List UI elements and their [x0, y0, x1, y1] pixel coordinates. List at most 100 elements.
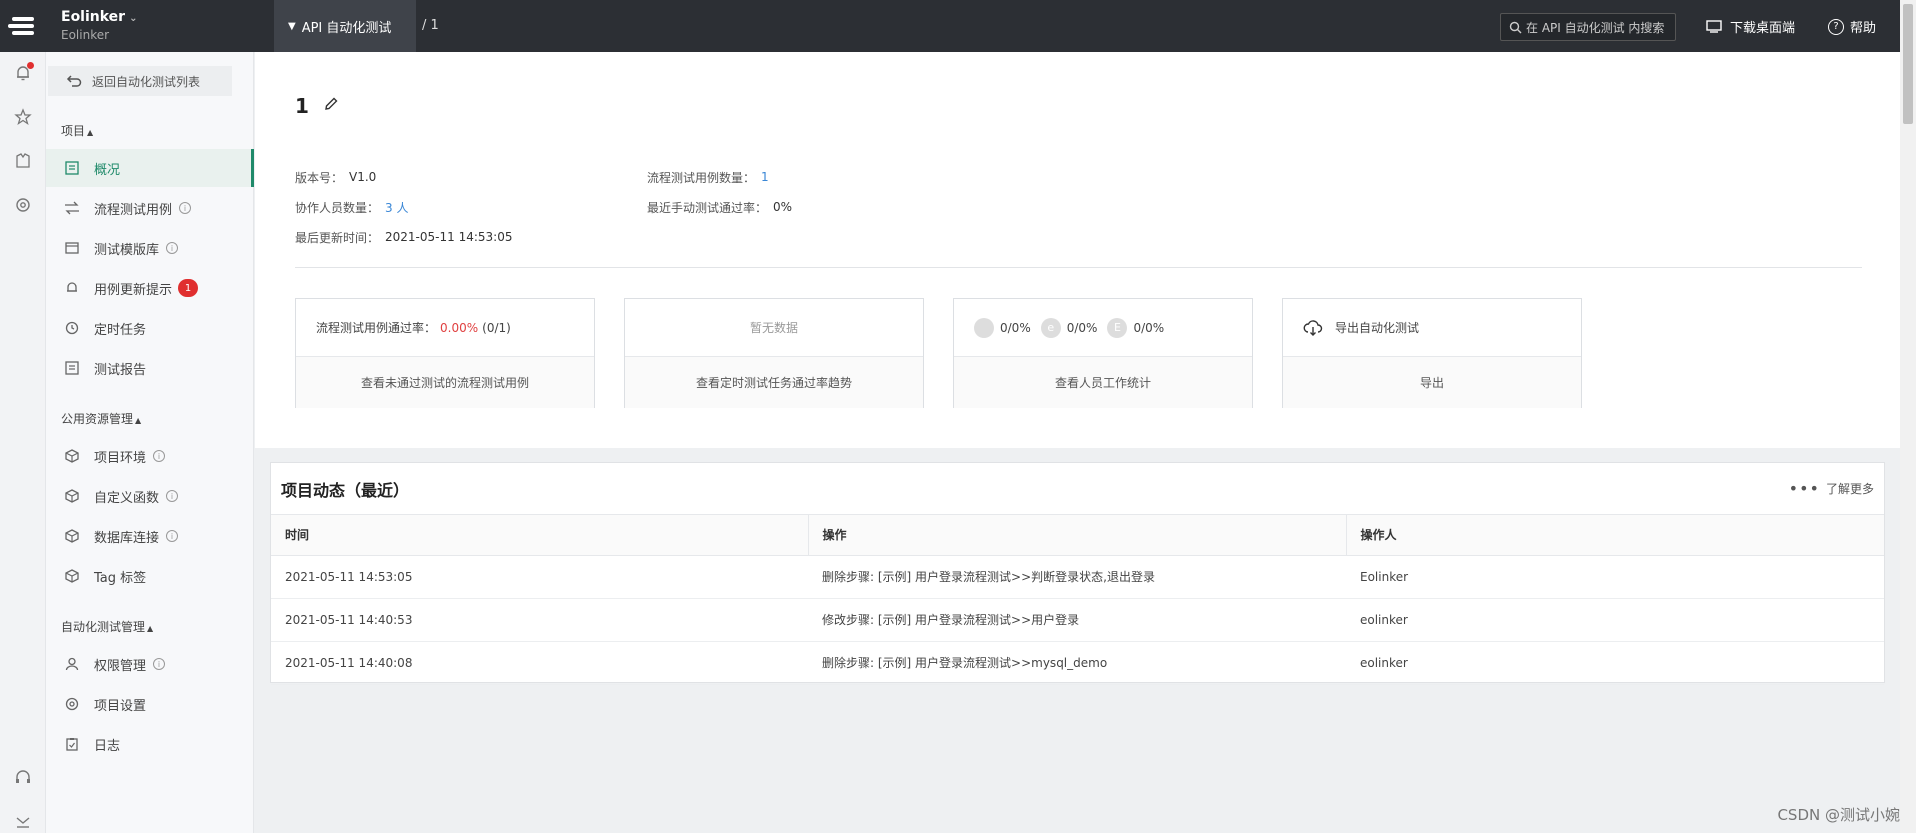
- download-label: 下载桌面端: [1730, 21, 1796, 36]
- cube-icon: [64, 448, 80, 464]
- page-title: 1: [295, 94, 309, 118]
- chevron-up-icon: ▲: [147, 624, 154, 633]
- table-row: 2021-05-11 14:53:05 删除步骤: [示例] 用户登录流程测试>…: [271, 555, 1884, 599]
- headset-icon[interactable]: [12, 766, 34, 788]
- scrollbar[interactable]: [1900, 0, 1916, 833]
- back-arrow-icon: [66, 75, 82, 87]
- sidebar-item-database[interactable]: 数据库连接 i: [46, 517, 254, 555]
- sidebar: 返回自动化测试列表 项目 ▲ 概况 流程测试用例 i 测试模版库 i 用例更新提示…: [46, 52, 254, 833]
- report-icon: [64, 360, 80, 376]
- gear-icon: [64, 696, 80, 712]
- learn-more-label: 了解更多: [1825, 482, 1874, 496]
- sidebar-item-overview[interactable]: 概况: [46, 149, 254, 187]
- org-subtitle: Eolinker: [61, 28, 110, 42]
- sidebar-item-label: 流程测试用例: [94, 202, 173, 218]
- view-schedule-trend-button[interactable]: 查看定时测试任务通过率趋势: [625, 357, 923, 408]
- avatar: e: [1040, 317, 1061, 338]
- cell-action: 删除步骤: [示例] 用户登录流程测试>>mysql_demo: [808, 641, 1346, 685]
- download-desktop-button[interactable]: 下载桌面端: [1706, 17, 1795, 36]
- view-failed-cases-button[interactable]: 查看未通过测试的流程测试用例: [296, 357, 594, 408]
- breadcrumb: / 1: [422, 18, 439, 33]
- sidebar-item-label: 概况: [94, 162, 121, 178]
- user-icon: [64, 656, 80, 672]
- sidebar-item-environment[interactable]: 项目环境 i: [46, 437, 254, 475]
- info-icon[interactable]: i: [179, 202, 192, 214]
- notification-dot: [27, 62, 34, 69]
- help-button[interactable]: ? 帮助: [1828, 17, 1876, 36]
- avatar: E: [1107, 317, 1128, 338]
- eolinker-logo-icon[interactable]: [0, 0, 46, 52]
- scrollbar-thumb[interactable]: [1903, 4, 1913, 124]
- cell-user: eolinker: [1346, 641, 1884, 685]
- sidebar-item-label: 测试报告: [94, 362, 147, 378]
- info-icon[interactable]: i: [153, 450, 166, 462]
- activity-title: 项目动态（最近）: [281, 480, 410, 500]
- sidebar-item-flow-cases[interactable]: 流程测试用例 i: [46, 189, 254, 227]
- section-auto-test-management[interactable]: 自动化测试管理 ▲: [61, 618, 153, 635]
- divider: [295, 267, 1862, 268]
- flow-icon: [64, 200, 80, 216]
- monitor-icon: [1706, 20, 1722, 33]
- card-member-stats: 0/0% e 0/0% E 0/0% 查看人员工作统计: [953, 298, 1253, 408]
- watermark: CSDN @测试小婉: [1777, 806, 1900, 824]
- sidebar-item-label: 权限管理: [94, 658, 147, 674]
- org-switcher[interactable]: Eolinker ⌄ Eolinker: [61, 9, 137, 42]
- sidebar-item-permissions[interactable]: 权限管理 i: [46, 645, 254, 683]
- stat-value: 0/0%: [1000, 320, 1031, 335]
- shirt-icon[interactable]: [12, 150, 34, 172]
- pass-label: 最近手动测试通过率：: [647, 200, 768, 215]
- tab-api-automation[interactable]: ▼ API 自动化测试: [274, 0, 416, 52]
- clipboard-icon: [64, 736, 80, 752]
- cases-link[interactable]: 1: [761, 170, 769, 184]
- org-name: Eolinker: [61, 9, 126, 25]
- cube-icon: [64, 568, 80, 584]
- gear-icon[interactable]: [12, 194, 34, 216]
- star-icon[interactable]: [12, 106, 34, 128]
- export-title: 导出自动化测试: [1335, 321, 1420, 335]
- sidebar-item-logs[interactable]: 日志: [46, 725, 254, 763]
- search-input[interactable]: 在 API 自动化测试 内搜索: [1500, 13, 1676, 41]
- sidebar-item-tags[interactable]: Tag 标签: [46, 557, 254, 595]
- sidebar-item-label: Tag 标签: [94, 570, 147, 586]
- chevron-down-icon: ⌄: [129, 13, 138, 24]
- sidebar-item-project-settings[interactable]: 项目设置: [46, 685, 254, 723]
- export-button[interactable]: 导出: [1283, 357, 1581, 408]
- info-icon[interactable]: i: [153, 658, 166, 670]
- back-to-list-button[interactable]: 返回自动化测试列表: [48, 66, 232, 96]
- sidebar-item-scheduled[interactable]: 定时任务: [46, 309, 254, 347]
- pass-value: 0%: [773, 200, 793, 214]
- edit-icon[interactable]: [323, 96, 339, 116]
- section-auto-label: 自动化测试管理: [61, 620, 146, 634]
- chevron-up-icon: ▲: [87, 128, 94, 137]
- sidebar-item-update-notice[interactable]: 用例更新提示 1: [46, 269, 254, 307]
- cell-user: eolinker: [1346, 598, 1884, 642]
- info-left: 版本号： V1.0 协作人员数量： 3 人 最后更新时间： 2021-05-11 14…: [295, 162, 512, 252]
- members-link[interactable]: 3 人: [385, 199, 408, 216]
- bell-icon[interactable]: [12, 62, 34, 84]
- updated-label: 最后更新时间：: [295, 230, 380, 245]
- info-icon[interactable]: i: [166, 530, 179, 542]
- info-right: 流程测试用例数量： 1 最近手动测试通过率： 0%: [647, 162, 792, 222]
- card-pass-rate: 流程测试用例通过率： 0.00% (0/1) 查看未通过测试的流程测试用例: [295, 298, 595, 408]
- section-project[interactable]: 项目 ▲: [61, 122, 93, 139]
- sidebar-item-label: 用例更新提示: [94, 282, 173, 298]
- cube-icon: [64, 528, 80, 544]
- members-label: 协作人员数量：: [295, 200, 380, 215]
- stat-value: 0/0%: [1066, 320, 1098, 335]
- sidebar-item-label: 日志: [94, 738, 121, 754]
- sidebar-item-reports[interactable]: 测试报告: [46, 349, 254, 387]
- column-header-user: 操作人: [1346, 515, 1884, 556]
- info-icon[interactable]: i: [166, 490, 179, 502]
- learn-more-link[interactable]: ••• 了解更多: [1789, 479, 1874, 498]
- sidebar-item-templates[interactable]: 测试模版库 i: [46, 229, 254, 267]
- info-icon[interactable]: i: [166, 242, 179, 254]
- sidebar-item-label: 自定义函数: [94, 490, 160, 506]
- section-public-resources[interactable]: 公用资源管理 ▲: [61, 410, 141, 427]
- card-label: 流程测试用例通过率：: [316, 321, 437, 335]
- sidebar-item-label: 项目环境: [94, 450, 147, 466]
- sidebar-item-functions[interactable]: 自定义函数 i: [46, 477, 254, 515]
- back-label: 返回自动化测试列表: [92, 74, 201, 89]
- collapse-icon[interactable]: [12, 810, 34, 832]
- stat-value: 0/0%: [1133, 320, 1165, 335]
- view-member-stats-button[interactable]: 查看人员工作统计: [954, 357, 1252, 408]
